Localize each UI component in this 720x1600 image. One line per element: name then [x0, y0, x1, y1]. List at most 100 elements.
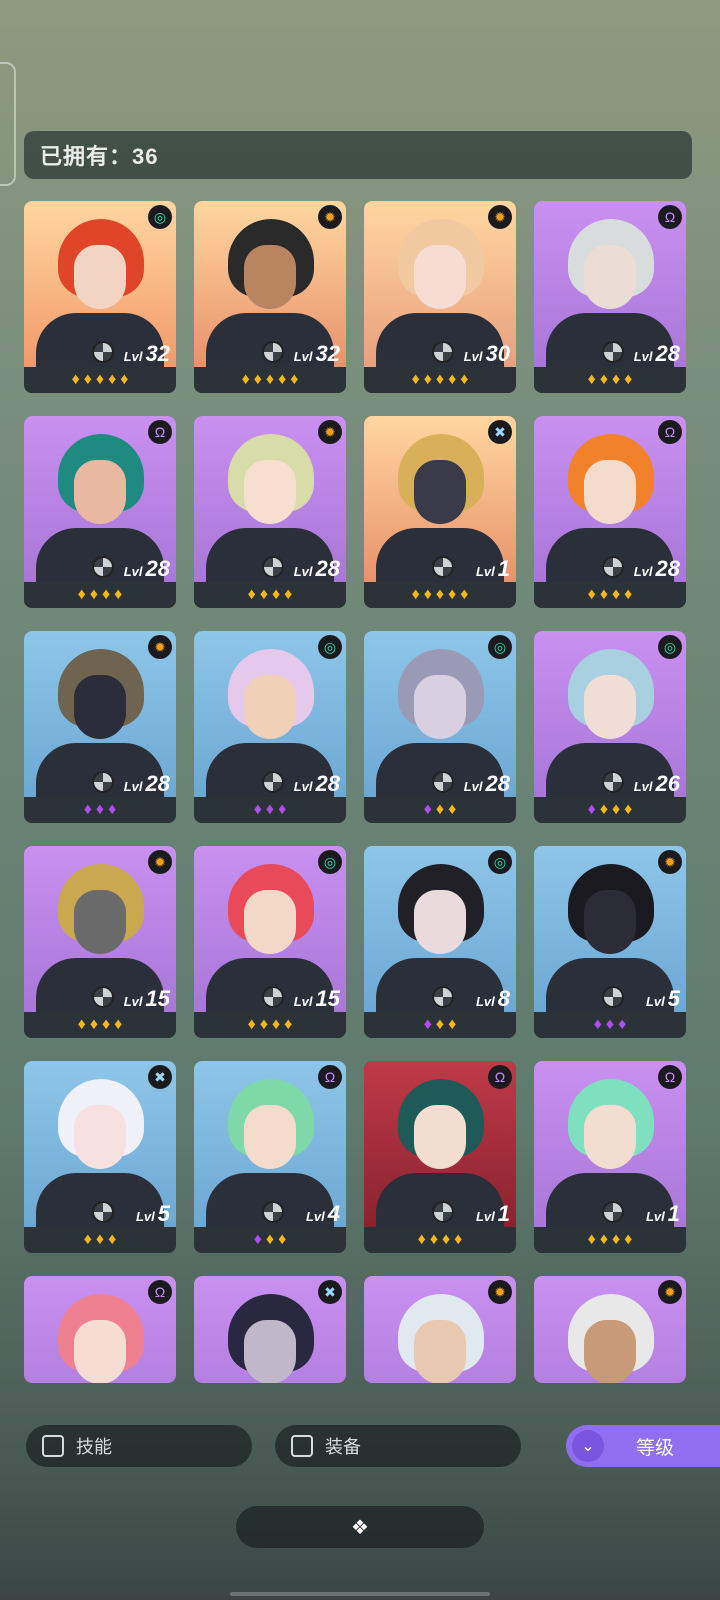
equip-filter-toggle[interactable]: 装备: [275, 1425, 521, 1467]
star-rating: ♦ ♦ ♦: [24, 1227, 176, 1253]
hero-card[interactable]: Ω Lvl 28 ♦ ♦ ♦ ♦: [534, 416, 686, 608]
skill-checkbox[interactable]: [42, 1435, 64, 1457]
star-rating: ♦ ♦ ♦ ♦: [194, 1012, 346, 1038]
gold-star-icon: ♦: [284, 1016, 293, 1033]
star-rating: ♦ ♦ ♦ ♦: [24, 1012, 176, 1038]
level-number: 1: [497, 1201, 510, 1226]
level-badge: Lvl 5: [136, 1201, 170, 1227]
gear-icon: [92, 341, 114, 363]
hero-card[interactable]: Ω Lvl 1 ♦ ♦ ♦ ♦: [364, 1061, 516, 1253]
gold-star-icon: ♦: [71, 371, 80, 388]
purple-star-icon: ♦: [83, 801, 92, 818]
level-badge: Lvl 32: [294, 341, 340, 367]
level-prefix: Lvl: [463, 349, 483, 364]
purple-star-icon: ♦: [605, 1016, 615, 1033]
hero-card[interactable]: ◎ Lvl 8 ♦ ♦ ♦: [364, 846, 516, 1038]
hero-card[interactable]: ✹: [534, 1276, 686, 1383]
sun-element-icon: ✹: [148, 635, 172, 659]
gear-icon: [92, 1201, 114, 1223]
hero-card[interactable]: Ω Lvl 28 ♦ ♦ ♦ ♦: [534, 201, 686, 393]
gear-icon: [602, 341, 624, 363]
cross-element-icon: ✖: [488, 420, 512, 444]
side-tab-edge[interactable]: [0, 62, 16, 186]
hero-card[interactable]: ✹ Lvl 5 ♦ ♦ ♦: [534, 846, 686, 1038]
gold-star-icon: ♦: [247, 1016, 256, 1033]
hero-card[interactable]: Ω Lvl 1 ♦ ♦ ♦ ♦: [534, 1061, 686, 1253]
level-number: 28: [315, 556, 340, 581]
hero-card[interactable]: ◎ Lvl 28 ♦ ♦ ♦: [364, 631, 516, 823]
hero-card[interactable]: ✹ Lvl 15 ♦ ♦ ♦ ♦: [24, 846, 176, 1038]
skill-filter-toggle[interactable]: 技能: [26, 1425, 252, 1467]
gold-star-icon: ♦: [95, 371, 105, 388]
level-badge: Lvl 28: [124, 771, 170, 797]
hero-face: [414, 890, 466, 954]
level-prefix: Lvl: [645, 1209, 665, 1224]
level-number: 32: [145, 341, 170, 366]
level-number: 30: [485, 341, 510, 366]
gold-star-icon: ♦: [587, 1231, 596, 1248]
gold-star-icon: ♦: [259, 586, 268, 603]
level-prefix: Lvl: [123, 779, 143, 794]
level-badge: Lvl 4: [306, 1201, 340, 1227]
hero-card[interactable]: ◎ Lvl 32 ♦ ♦ ♦ ♦ ♦: [24, 201, 176, 393]
purple-star-icon: ♦: [423, 801, 432, 818]
gold-star-icon: ♦: [108, 1231, 117, 1248]
omega-element-icon: Ω: [658, 205, 682, 229]
gear-icon: [432, 986, 454, 1008]
gold-star-icon: ♦: [435, 1016, 445, 1033]
hero-card[interactable]: Ω Lvl 4 ♦ ♦ ♦: [194, 1061, 346, 1253]
gold-star-icon: ♦: [612, 371, 621, 388]
hero-card[interactable]: ✖: [194, 1276, 346, 1383]
purple-star-icon: ♦: [253, 1231, 262, 1248]
level-prefix: Lvl: [645, 994, 665, 1009]
gold-star-icon: ♦: [265, 371, 275, 388]
swirl-element-icon: ◎: [318, 635, 342, 659]
gold-star-icon: ♦: [241, 371, 250, 388]
skill-filter-label: 技能: [76, 1437, 112, 1457]
hero-card[interactable]: ✹ Lvl 28 ♦ ♦ ♦: [24, 631, 176, 823]
gold-star-icon: ♦: [272, 586, 281, 603]
hero-face: [244, 675, 296, 739]
gold-star-icon: ♦: [624, 371, 633, 388]
level-badge: Lvl 15: [294, 986, 340, 1012]
hero-grid: ◎ Lvl 32 ♦ ♦ ♦ ♦ ♦ ✹ Lvl 32 ♦ ♦ ♦ ♦ ♦ ✹ Lvl 30 ♦ ♦ ♦ ♦ ♦ Ω Lvl 28 ♦…: [24, 201, 692, 1383]
level-badge: Lvl 32: [124, 341, 170, 367]
hero-card[interactable]: ◎ Lvl 15 ♦ ♦ ♦ ♦: [194, 846, 346, 1038]
hero-card[interactable]: ◎ Lvl 26 ♦ ♦ ♦ ♦: [534, 631, 686, 823]
gold-star-icon: ♦: [278, 371, 287, 388]
equip-filter-label: 装备: [325, 1437, 361, 1457]
gold-star-icon: ♦: [417, 1231, 426, 1248]
hero-card[interactable]: ✹: [364, 1276, 516, 1383]
hero-card[interactable]: Ω: [24, 1276, 176, 1383]
hero-card[interactable]: ✖ Lvl 1 ♦ ♦ ♦ ♦ ♦: [364, 416, 516, 608]
gear-icon: [432, 341, 454, 363]
level-number: 4: [327, 1201, 340, 1226]
hero-card[interactable]: ✹ Lvl 30 ♦ ♦ ♦ ♦ ♦: [364, 201, 516, 393]
level-badge: Lvl 15: [124, 986, 170, 1012]
hero-card[interactable]: ✹ Lvl 28 ♦ ♦ ♦ ♦: [194, 416, 346, 608]
hero-face: [74, 460, 126, 524]
hero-face: [74, 890, 126, 954]
hero-face: [584, 675, 636, 739]
swirl-element-icon: ◎: [488, 635, 512, 659]
gear-icon: [262, 986, 284, 1008]
sort-by-level-button[interactable]: ⌄ 等级: [566, 1425, 720, 1467]
diamond-cluster-icon: ❖: [351, 1516, 369, 1539]
hero-face: [414, 245, 466, 309]
hero-card[interactable]: ◎ Lvl 28 ♦ ♦ ♦: [194, 631, 346, 823]
gold-star-icon: ♦: [599, 801, 608, 818]
gold-star-icon: ♦: [272, 1016, 281, 1033]
equip-checkbox[interactable]: [291, 1435, 313, 1457]
level-badge: Lvl 28: [294, 771, 340, 797]
level-prefix: Lvl: [633, 564, 653, 579]
level-prefix: Lvl: [463, 779, 483, 794]
hero-face: [584, 1105, 636, 1169]
hero-card[interactable]: ✹ Lvl 32 ♦ ♦ ♦ ♦ ♦: [194, 201, 346, 393]
bottom-menu-button[interactable]: ❖: [236, 1506, 484, 1548]
level-prefix: Lvl: [633, 349, 653, 364]
level-prefix: Lvl: [123, 564, 143, 579]
hero-card[interactable]: Ω Lvl 28 ♦ ♦ ♦ ♦: [24, 416, 176, 608]
star-rating: ♦ ♦ ♦ ♦: [534, 797, 686, 823]
gold-star-icon: ♦: [448, 586, 457, 603]
hero-card[interactable]: ✖ Lvl 5 ♦ ♦ ♦: [24, 1061, 176, 1253]
